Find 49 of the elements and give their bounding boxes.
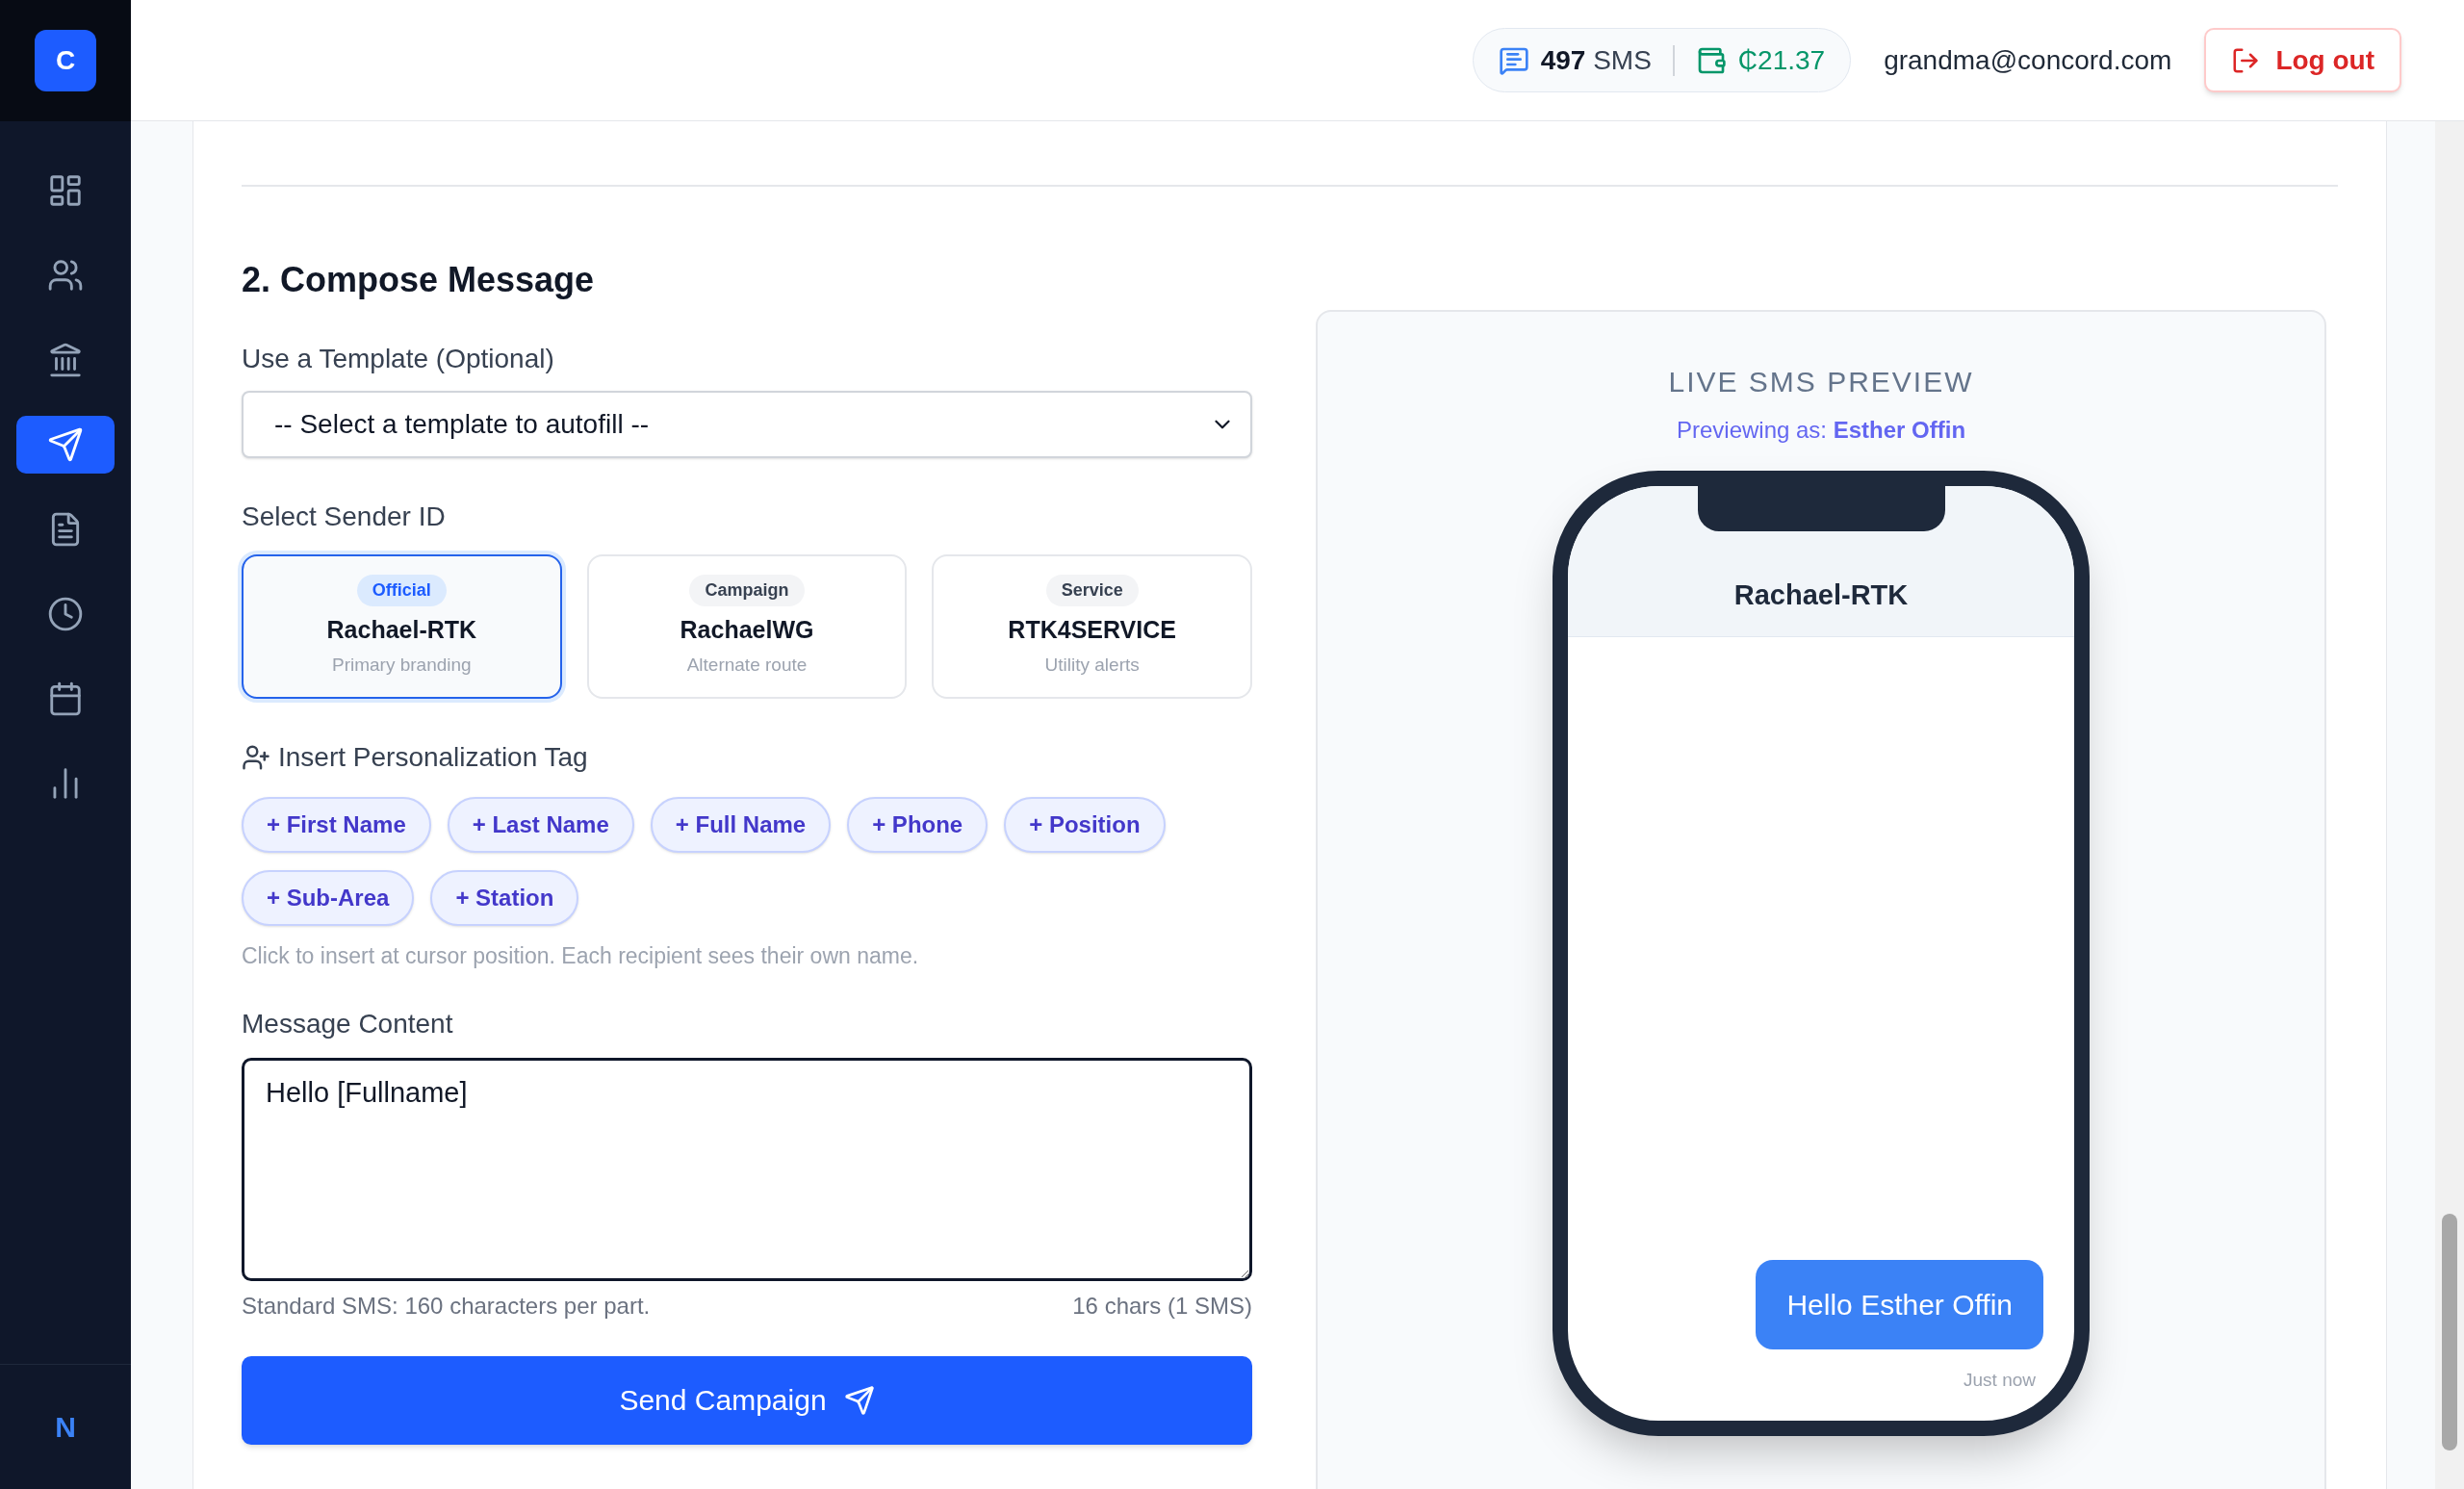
sender-option-card[interactable]: Service RTK4SERVICE Utility alerts [932,554,1252,699]
sms-info-text: Standard SMS: 160 characters per part. [242,1291,651,1321]
preview-title: LIVE SMS PREVIEW [1668,365,1974,399]
sidebar-nav-button[interactable] [16,416,115,474]
calendar-icon [47,680,84,717]
send-icon [47,426,84,463]
field-label: Select Sender ID [242,501,447,533]
section-title: 2. Compose Message [242,259,596,301]
sender-badge: Official [356,574,447,606]
sender-title: Rachael-RTK [1733,578,1909,612]
personalization-tag-button[interactable]: + Full Name [650,797,832,853]
previewing-as-text: Previewing as: Esther Offin [1676,416,1966,445]
sender-name: RTK4SERVICE [1008,614,1176,645]
character-count: 16 chars (1 SMS) [1072,1291,1252,1321]
sender-badge: Service [1045,574,1139,606]
sender-option-card[interactable]: Campaign RachaelWG Alternate route [586,554,908,699]
message-field[interactable]: Hello [Fullname] [242,1057,1252,1281]
message-bubble: Hello Esther Offin [1756,1259,2043,1349]
sender-badge: Campaign [689,574,805,606]
balance-amount: ₵21.37 [1737,43,1826,77]
sms-count: 497 SMS [1540,43,1652,77]
personalization-tag-button[interactable]: + Station [430,870,579,926]
app-logo[interactable]: C [35,30,96,91]
personalization-tag-button[interactable]: + Last Name [447,797,634,853]
hint-text: Click to insert at cursor position. Each recipient sees their own name. [242,942,920,970]
clock-icon [47,596,84,632]
personalization-tag-button[interactable]: + Sub-Area [242,870,415,926]
personalization-tag-button[interactable]: + Position [1004,797,1166,853]
people-icon [47,257,84,294]
field-label: Insert Personalization Tag [278,741,588,774]
send-icon [843,1384,875,1416]
field-label: Message Content [242,1007,454,1040]
logout-button[interactable]: Log out [2204,28,2401,92]
sender-name: RachaelWG [680,614,814,645]
sender-name: Rachael-RTK [326,614,477,645]
user-email: grandma@concord.com [1884,43,2172,77]
field-label: Use a Template (Optional) [242,343,555,375]
sender-description: Utility alerts [1044,654,1140,677]
user-plus-icon [242,743,270,772]
template-select[interactable]: -- Select a template to autofill -- [242,391,1252,458]
dashboard-icon [47,172,84,209]
sender-description: Primary branding [332,654,472,677]
sender-description: Alternate route [686,654,808,677]
bank-icon [47,342,84,378]
message-time: Just now [1964,1368,2036,1392]
send-campaign-button[interactable]: Send Campaign [242,1355,1252,1445]
user-initial[interactable]: N [55,1405,76,1449]
personalization-tag-button[interactable]: + Phone [847,797,988,853]
personalization-tag-button[interactable]: + First Name [242,797,431,853]
